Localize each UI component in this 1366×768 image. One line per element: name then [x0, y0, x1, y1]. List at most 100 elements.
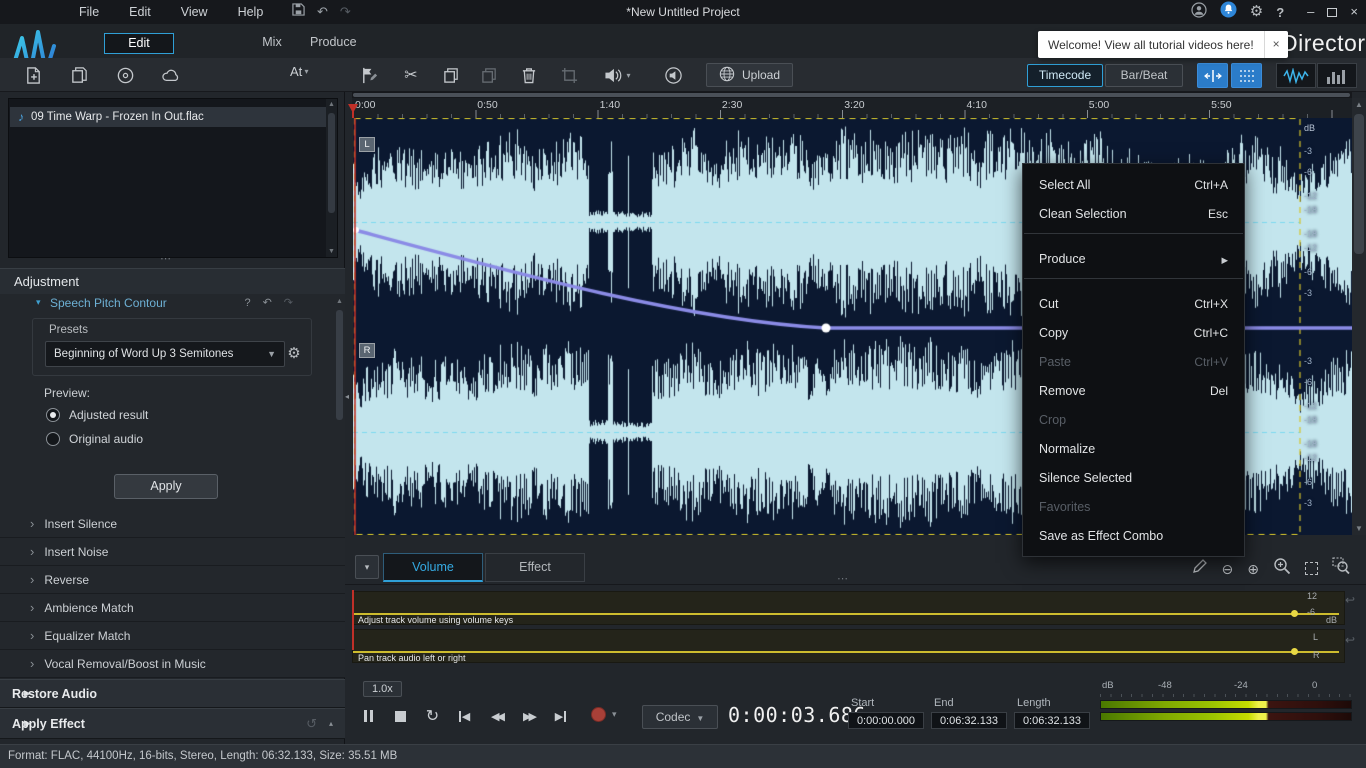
speech-pitch-contour-section[interactable]: ▾ Speech Pitch Contour ? ↶ ↷	[0, 294, 345, 316]
split-scissors-icon[interactable]: ✂	[398, 63, 424, 87]
adjusted-result-radio[interactable]: Adjusted result	[46, 408, 148, 422]
scroll-down-arrow-icon[interactable]: ▼	[1352, 524, 1366, 533]
envelope-dropdown-button[interactable]: ▾	[355, 555, 379, 579]
library-item-selected[interactable]: ♪ 09 Time Warp - Frozen In Out.flac	[10, 107, 327, 127]
context-menu-item[interactable]: Clean Selection Esc	[1023, 199, 1244, 228]
zoom-tool-icon[interactable]	[1332, 557, 1350, 580]
radio-selected-icon[interactable]	[46, 408, 60, 422]
copy-icon[interactable]	[438, 63, 464, 87]
volume-envelope-strip[interactable]: Adjust track volume using volume keys	[352, 591, 1345, 625]
record-button[interactable]: ▾	[591, 707, 617, 722]
minimize-button[interactable]: –	[1307, 0, 1314, 24]
scroll-up-arrow-icon[interactable]: ▲	[1352, 100, 1366, 109]
adjustment-scrollbar[interactable]: ▲	[335, 296, 344, 676]
apply-button[interactable]: Apply	[114, 474, 218, 499]
close-button[interactable]: ×	[1350, 0, 1358, 24]
crop-trim-icon[interactable]	[556, 63, 582, 87]
snap-toggle-button[interactable]	[1197, 63, 1228, 88]
playback-speed-button[interactable]: 1.0x	[363, 681, 402, 697]
context-menu-item[interactable]: Favorites	[1023, 492, 1244, 521]
field-value[interactable]: 0:00:00.000	[848, 712, 924, 729]
context-menu-item[interactable]: Save as Effect Combo	[1023, 521, 1244, 550]
adjustment-panel-header[interactable]: Adjustment	[0, 268, 345, 294]
context-menu-item[interactable]: Produce	[1023, 244, 1244, 273]
tooltip-close-icon[interactable]: ×	[1264, 31, 1288, 58]
zoom-in-icon[interactable]: ⊕	[1247, 560, 1259, 578]
spectrum-view-button[interactable]	[1317, 63, 1357, 88]
barbeat-toggle-button[interactable]: Bar/Beat	[1105, 64, 1183, 87]
field-value[interactable]: 0:06:32.133	[1014, 712, 1090, 729]
scrollbar-thumb[interactable]	[336, 310, 343, 420]
restore-audio-header[interactable]: ▶ Restore Audio	[0, 679, 345, 708]
waveform-scrollbar[interactable]: ▲ ▼	[1352, 98, 1366, 535]
pan-envelope-strip[interactable]: Pan track audio left or right	[352, 629, 1345, 663]
adjustment-tool-row[interactable]: › Vocal Removal/Boost in Music	[0, 650, 345, 678]
paste-icon[interactable]	[476, 63, 502, 87]
import-media-icon[interactable]	[20, 63, 46, 87]
maximize-button[interactable]	[1327, 8, 1337, 17]
text-size-tool[interactable]: At ▾	[290, 64, 309, 79]
volume-envelope-endpoint[interactable]	[1291, 610, 1298, 617]
fit-region-icon[interactable]	[1305, 562, 1318, 575]
context-menu-item[interactable]: Select All Ctrl+A	[1023, 170, 1244, 199]
adjustment-tool-row[interactable]: › Ambience Match	[0, 594, 345, 622]
tab-volume[interactable]: Volume	[383, 553, 483, 582]
grid-toggle-button[interactable]	[1231, 63, 1262, 88]
edit-marker-icon[interactable]	[356, 63, 382, 87]
adjustment-tool-row[interactable]: › Equalizer Match	[0, 622, 345, 650]
panel-resize-handle[interactable]: ⋯	[160, 252, 173, 265]
scroll-up-arrow-icon[interactable]: ▲	[335, 298, 344, 305]
context-menu-item[interactable]: Normalize	[1023, 434, 1244, 463]
preset-settings-gear-icon[interactable]: ⚙	[283, 343, 305, 365]
mode-tab[interactable]: Mix	[234, 33, 310, 54]
draw-envelope-icon[interactable]	[1192, 558, 1208, 579]
preview-speaker-icon[interactable]: ▾	[598, 63, 636, 87]
adjustment-tool-row[interactable]: › Reverse	[0, 566, 345, 594]
context-menu-item[interactable]: Copy Ctrl+C	[1023, 318, 1244, 347]
context-menu-item[interactable]: Paste Ctrl+V	[1023, 347, 1244, 376]
undo-icon[interactable]: ↶	[263, 296, 272, 309]
collapse-arrow-icon[interactable]: ▴	[329, 719, 333, 728]
help-icon[interactable]: ?	[1276, 5, 1284, 20]
delete-trash-icon[interactable]	[516, 63, 542, 87]
scroll-up-arrow-icon[interactable]: ▲	[326, 101, 337, 108]
codec-button[interactable]: Codec▼	[642, 705, 718, 729]
zoom-selection-icon[interactable]	[1273, 557, 1291, 580]
help-icon[interactable]: ?	[244, 297, 250, 309]
fast-forward-button[interactable]: ▶▶	[517, 704, 540, 728]
context-menu-item[interactable]: Silence Selected	[1023, 463, 1244, 492]
field-value[interactable]: 0:06:32.133	[931, 712, 1007, 729]
radio-unselected-icon[interactable]	[46, 432, 60, 446]
waveform-view-button[interactable]	[1276, 63, 1316, 88]
context-menu-item[interactable]: Crop	[1023, 405, 1244, 434]
apply-effect-header[interactable]: ▶ Apply Effect ↺ ▴	[0, 708, 345, 739]
mode-tab[interactable]: Produce	[310, 33, 357, 54]
loop-button[interactable]: ↻	[421, 704, 444, 728]
scrollbar-thumb[interactable]	[328, 113, 335, 213]
notifications-icon[interactable]	[1220, 1, 1237, 23]
skip-to-start-button[interactable]: ◀	[453, 704, 476, 728]
reset-pan-envelope-icon[interactable]: ↩	[1345, 633, 1355, 647]
zoom-out-icon[interactable]: ⊖	[1222, 560, 1234, 578]
context-menu-item[interactable]	[1023, 278, 1244, 289]
timeline-ruler[interactable]: 0:000:501:402:303:204:105:005:50	[352, 98, 1352, 118]
upload-button[interactable]: Upload	[706, 63, 793, 87]
pan-envelope-endpoint[interactable]	[1291, 648, 1298, 655]
panel-collapse-strip[interactable]: ◂	[345, 92, 352, 548]
loop-preview-icon[interactable]	[660, 63, 686, 87]
pause-button[interactable]	[357, 704, 380, 728]
burn-disc-icon[interactable]	[112, 63, 138, 87]
export-file-icon[interactable]	[66, 63, 92, 87]
range-bar-thumb[interactable]	[353, 93, 1350, 97]
adjustment-tool-row[interactable]: › Insert Silence	[0, 510, 345, 538]
stop-button[interactable]	[389, 704, 412, 728]
reset-icon[interactable]: ↺	[306, 716, 317, 732]
preset-dropdown[interactable]: Beginning of Word Up 3 Semitones ▼	[45, 341, 285, 367]
chevron-down-icon[interactable]: ▾	[612, 709, 617, 720]
original-audio-radio[interactable]: Original audio	[46, 432, 143, 446]
scrollbar-thumb[interactable]	[1354, 114, 1364, 254]
adjustment-tool-row[interactable]: › Insert Noise	[0, 538, 345, 566]
redo-icon[interactable]: ↷	[284, 296, 293, 309]
pan-envelope-line[interactable]	[353, 651, 1339, 653]
cloud-icon[interactable]	[158, 63, 184, 87]
